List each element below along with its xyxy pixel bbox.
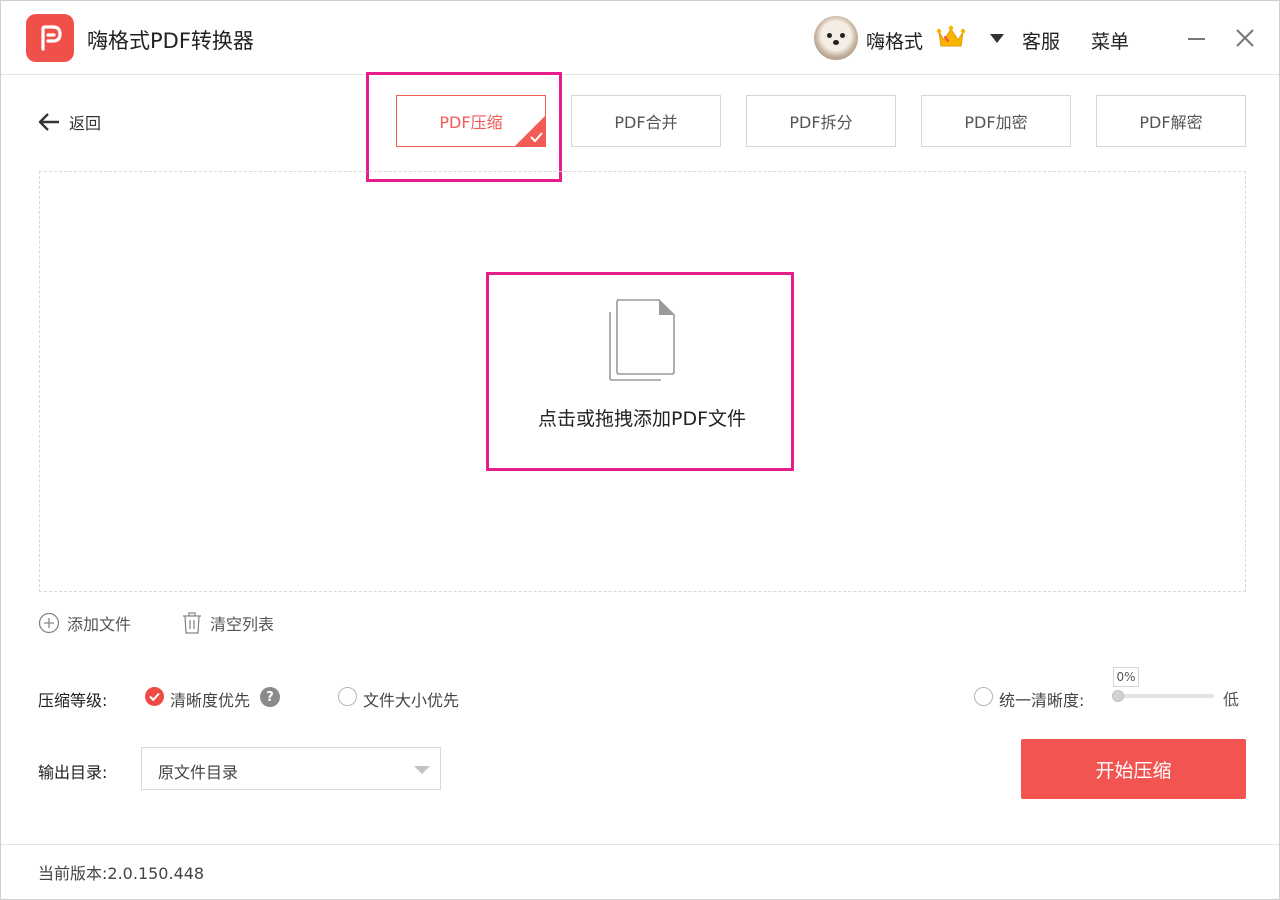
clear-list-label: 清空列表 bbox=[210, 615, 275, 634]
add-file-button[interactable]: 添加文件 bbox=[38, 611, 131, 635]
tab-label: PDF压缩 bbox=[439, 113, 503, 132]
drop-prompt: 点击或拖拽添加PDF文件 bbox=[537, 408, 747, 430]
start-compress-button[interactable]: 开始压缩 bbox=[1021, 739, 1246, 799]
app-window: 嗨格式PDF转换器 嗨格式 客服 菜单 返回 PDF压缩 PDF合并 PDF拆分… bbox=[0, 0, 1280, 900]
uniform-clarity-label: 统一清晰度: bbox=[999, 691, 1085, 710]
compression-level-label: 压缩等级: bbox=[38, 691, 108, 710]
version-label: 当前版本: bbox=[38, 864, 108, 883]
minimize-icon[interactable] bbox=[1186, 25, 1208, 51]
size-priority-label[interactable]: 文件大小优先 bbox=[363, 687, 459, 711]
checkmark-icon bbox=[515, 116, 545, 146]
trash-icon bbox=[183, 612, 201, 634]
size-priority-radio[interactable] bbox=[338, 687, 357, 706]
menu-link[interactable]: 菜单 bbox=[1091, 27, 1129, 54]
tab-label: PDF拆分 bbox=[789, 113, 853, 132]
tab-pdf-merge[interactable]: PDF合并 bbox=[571, 95, 721, 147]
tab-pdf-encrypt[interactable]: PDF加密 bbox=[921, 95, 1071, 147]
clarity-priority-label[interactable]: 清晰度优先 bbox=[170, 687, 250, 711]
clear-list-button[interactable]: 清空列表 bbox=[181, 611, 274, 635]
chevron-down-icon bbox=[414, 766, 430, 774]
slider-low-label: 低 bbox=[1223, 690, 1240, 709]
document-stack-icon bbox=[609, 299, 675, 381]
username[interactable]: 嗨格式 bbox=[866, 27, 923, 54]
output-directory-value: 原文件目录 bbox=[158, 763, 239, 782]
tab-label: PDF加密 bbox=[964, 113, 1028, 132]
file-drop-zone[interactable]: 点击或拖拽添加PDF文件 bbox=[39, 171, 1246, 592]
back-button[interactable]: 返回 bbox=[37, 109, 101, 135]
version-number: 2.0.150.448 bbox=[107, 864, 205, 883]
uniform-clarity-radio[interactable] bbox=[974, 687, 993, 706]
footer-divider bbox=[1, 844, 1279, 845]
chevron-down-icon[interactable] bbox=[990, 34, 1004, 43]
tab-pdf-compress[interactable]: PDF压缩 bbox=[396, 95, 546, 147]
add-file-label: 添加文件 bbox=[67, 615, 132, 634]
tab-label: PDF解密 bbox=[1139, 113, 1203, 132]
slider-value-tooltip: 0% bbox=[1113, 667, 1139, 687]
check-icon bbox=[149, 692, 160, 702]
tab-pdf-split[interactable]: PDF拆分 bbox=[746, 95, 896, 147]
output-directory-label: 输出目录: bbox=[38, 763, 108, 782]
clarity-priority-radio[interactable] bbox=[145, 687, 164, 706]
close-icon[interactable] bbox=[1233, 26, 1257, 50]
back-label: 返回 bbox=[69, 114, 102, 133]
clarity-slider[interactable] bbox=[1116, 694, 1214, 698]
title-bar: 嗨格式PDF转换器 嗨格式 客服 菜单 bbox=[1, 1, 1279, 75]
slider-thumb[interactable] bbox=[1112, 690, 1124, 702]
help-icon[interactable]: ? bbox=[260, 687, 280, 707]
tab-pdf-decrypt[interactable]: PDF解密 bbox=[1096, 95, 1246, 147]
customer-service-link[interactable]: 客服 bbox=[1022, 27, 1060, 54]
avatar[interactable] bbox=[814, 16, 858, 60]
add-file-target[interactable]: 点击或拖拽添加PDF文件 bbox=[490, 275, 794, 470]
app-logo-icon bbox=[26, 14, 74, 62]
arrow-left-icon bbox=[38, 113, 59, 131]
output-directory-select[interactable]: 原文件目录 bbox=[141, 747, 441, 790]
tab-label: PDF合并 bbox=[614, 113, 678, 132]
version-info: 当前版本:2.0.150.448 bbox=[38, 860, 204, 884]
app-title: 嗨格式PDF转换器 bbox=[87, 29, 254, 53]
plus-circle-icon bbox=[38, 612, 60, 634]
crown-icon bbox=[936, 25, 966, 47]
